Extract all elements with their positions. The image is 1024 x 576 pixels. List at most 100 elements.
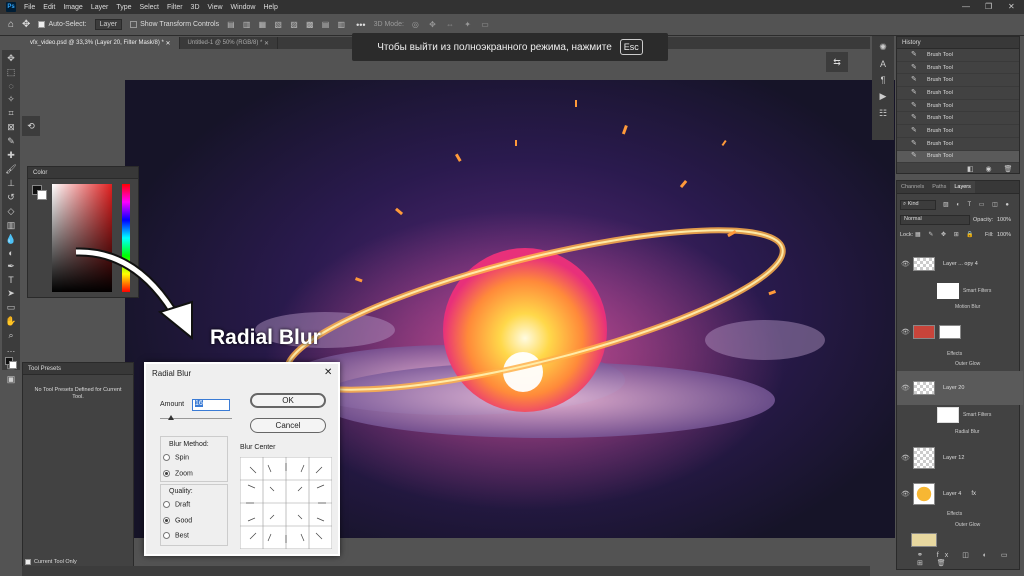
best-radio[interactable]: Best: [163, 532, 189, 539]
menu-help[interactable]: Help: [263, 4, 277, 11]
menu-file[interactable]: File: [24, 4, 35, 11]
gradient-icon[interactable]: ▥: [5, 220, 17, 231]
spin-radio[interactable]: Spin: [163, 454, 189, 461]
blend-mode-dropdown[interactable]: Normal: [900, 215, 970, 225]
shape-icon[interactable]: ▭: [5, 302, 17, 313]
menu-3d[interactable]: 3D: [191, 4, 200, 11]
pen-icon[interactable]: ✒: [5, 261, 17, 272]
properties-toggle-icon[interactable]: ⇆: [826, 52, 848, 72]
eyedropper-icon[interactable]: ✎: [5, 136, 17, 147]
layer-row-selected[interactable]: 👁 Layer 20: [897, 371, 1023, 405]
layer-row[interactable]: 👁 Layer 12: [897, 447, 1023, 469]
history-panel-icon[interactable]: ✺: [879, 42, 887, 53]
history-item[interactable]: ✎ Brush Tool: [897, 87, 1019, 100]
blur-icon[interactable]: 💧: [5, 234, 17, 245]
layer-dropdown[interactable]: Layer: [94, 19, 123, 30]
paragraph-panel-icon[interactable]: ¶: [881, 75, 886, 85]
rotate-view-icon[interactable]: ⟲: [22, 116, 40, 136]
ok-button[interactable]: OK: [250, 393, 326, 408]
stamp-icon[interactable]: ⊥: [5, 178, 17, 189]
dialog-close-button[interactable]: ✕: [324, 367, 332, 378]
background-color-swatch[interactable]: [37, 190, 47, 200]
history-item[interactable]: ✎ Brush Tool: [897, 100, 1019, 113]
auto-select-checkbox[interactable]: Auto-Select:: [38, 21, 87, 28]
cancel-button[interactable]: Cancel: [250, 418, 326, 433]
marquee-icon[interactable]: ⬚: [5, 67, 17, 78]
menu-filter[interactable]: Filter: [167, 4, 183, 11]
blur-center-preview[interactable]: [240, 457, 332, 549]
history-footer-icons[interactable]: ◧ ◉ 🗑: [967, 165, 1018, 173]
more-tools-icon[interactable]: …: [5, 344, 17, 354]
close-window-button[interactable]: ✕: [1008, 2, 1015, 11]
layer-filter-icons[interactable]: ▨ ◐ T ▭ ◫ ●: [943, 201, 1012, 208]
brush-icon[interactable]: 🖌: [5, 164, 17, 175]
eye-icon[interactable]: 👁: [901, 260, 910, 268]
history-item[interactable]: ✎ Brush Tool: [897, 74, 1019, 88]
lasso-icon[interactable]: ◌: [5, 81, 17, 91]
outer-glow-effect[interactable]: Outer Glow: [955, 522, 980, 528]
layer-kind-filter[interactable]: ⌕ Kind: [900, 200, 936, 210]
move-icon[interactable]: ✥: [5, 53, 17, 64]
tab-layers[interactable]: Layers: [950, 181, 975, 193]
screen-mode-icon[interactable]: ▣: [5, 374, 17, 385]
home-icon[interactable]: ⌂: [8, 19, 14, 30]
zoom-icon[interactable]: ⌕: [5, 330, 17, 341]
align-icons[interactable]: ▤ ▥ ▦ ▧ ▨ ▩ ▤ ▥: [227, 20, 348, 29]
type-icon[interactable]: T: [5, 275, 17, 285]
good-radio[interactable]: Good: [163, 517, 192, 524]
menu-image[interactable]: Image: [63, 4, 82, 11]
history-item[interactable]: ✎ Brush Tool: [897, 125, 1019, 138]
lock-icons[interactable]: ▦ ✎ ✥ ⊞ 🔒: [915, 231, 977, 238]
tab-untitled-1[interactable]: Untitled-1 @ 50% (RGB/8) * ✕: [180, 37, 279, 49]
opacity-value[interactable]: 100%: [997, 217, 1011, 223]
tab-paths[interactable]: Paths: [928, 181, 950, 193]
current-tool-only-checkbox[interactable]: Current Tool Only: [25, 559, 77, 565]
hand-icon[interactable]: ✋: [5, 316, 17, 327]
menu-window[interactable]: Window: [231, 4, 256, 11]
tab-channels[interactable]: Channels: [897, 181, 928, 193]
amount-slider-thumb[interactable]: [168, 415, 174, 420]
crop-icon[interactable]: ⌗: [5, 108, 17, 119]
character-panel-icon[interactable]: A: [880, 59, 886, 69]
eye-icon[interactable]: 👁: [901, 454, 910, 462]
history-item[interactable]: ✎ Brush Tool: [897, 112, 1019, 126]
history-brush-icon[interactable]: ↺: [5, 192, 17, 203]
show-transform-checkbox[interactable]: Show Transform Controls: [130, 21, 219, 28]
eraser-icon[interactable]: ◇: [5, 206, 17, 217]
history-item[interactable]: ✎ Brush Tool: [897, 62, 1019, 75]
fx-icon[interactable]: fx: [971, 491, 976, 497]
tab-vfx-video[interactable]: vfx_video.psd @ 33,3% (Layer 20, Filter …: [22, 37, 180, 49]
zoom-radio[interactable]: Zoom: [163, 470, 193, 477]
amount-input[interactable]: 16: [192, 399, 230, 411]
motion-blur-filter[interactable]: Motion Blur: [955, 304, 980, 310]
healing-icon[interactable]: ✚: [5, 150, 17, 161]
draft-radio[interactable]: Draft: [163, 501, 190, 508]
layer-row[interactable]: 👁 Layer 4 fx: [897, 483, 1023, 505]
fill-value[interactable]: 100%: [997, 232, 1011, 238]
maximize-button[interactable]: ❐: [985, 2, 992, 11]
move-tool-icon[interactable]: ✥: [22, 19, 30, 30]
eye-icon[interactable]: 👁: [901, 328, 910, 336]
3d-icons[interactable]: ◎ ✥ ⇔ ✦ ▭: [412, 20, 493, 29]
menu-view[interactable]: View: [208, 4, 223, 11]
layer-row[interactable]: 👁 Layer ... opy 4: [897, 257, 1023, 271]
menu-select[interactable]: Select: [140, 4, 159, 11]
layers-footer-icons[interactable]: ⚭ fx ◫ ◐ ▭ ⊞ 🗑: [917, 551, 1019, 567]
more-options-icon[interactable]: •••: [356, 20, 365, 30]
layer-row[interactable]: 👁: [897, 325, 1023, 339]
eye-icon[interactable]: 👁: [901, 384, 910, 392]
menu-layer[interactable]: Layer: [91, 4, 109, 11]
history-item[interactable]: ✎ Brush Tool: [897, 150, 1019, 164]
menu-edit[interactable]: Edit: [43, 4, 55, 11]
history-item[interactable]: ✎ Brush Tool: [897, 49, 1019, 62]
history-item[interactable]: ✎ Brush Tool: [897, 138, 1019, 151]
minimize-button[interactable]: —: [962, 2, 970, 11]
frame-icon[interactable]: ⊠: [5, 122, 17, 133]
magic-wand-icon[interactable]: ✧: [5, 94, 17, 105]
dodge-icon[interactable]: ◐: [5, 248, 17, 258]
outer-glow-effect[interactable]: Outer Glow: [955, 361, 980, 367]
menu-type[interactable]: Type: [116, 4, 131, 11]
libraries-panel-icon[interactable]: ☷: [879, 108, 887, 119]
path-select-icon[interactable]: ➤: [5, 288, 17, 299]
eye-icon[interactable]: 👁: [901, 490, 910, 498]
